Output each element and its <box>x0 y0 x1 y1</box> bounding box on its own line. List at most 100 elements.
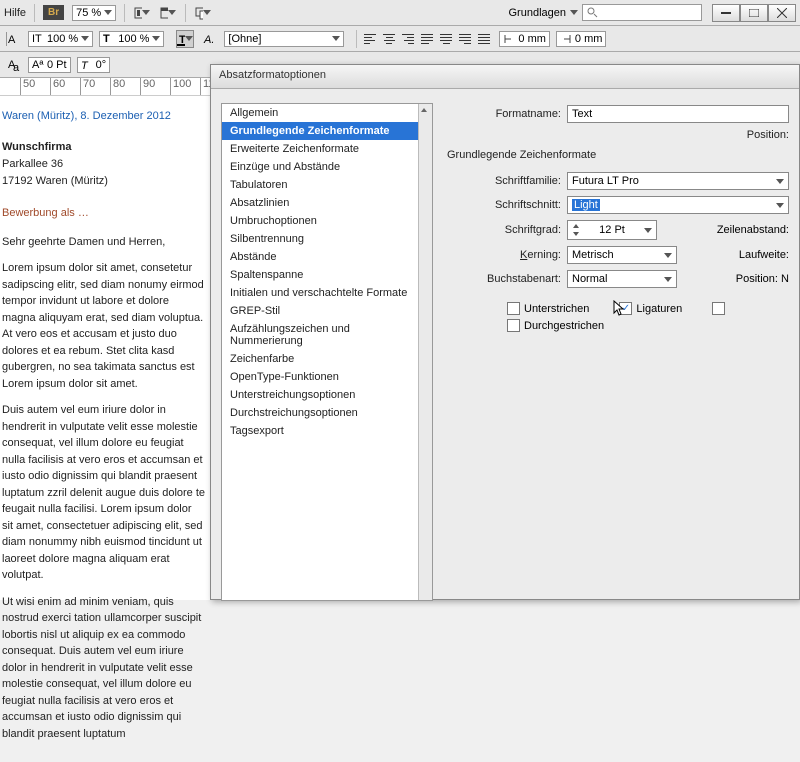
scale-v-icon: T <box>103 34 115 44</box>
svg-text:a: a <box>13 62 20 72</box>
justify-center-button[interactable] <box>437 30 455 48</box>
category-item[interactable]: Allgemein <box>222 104 432 122</box>
paragraph-style-options-dialog: Absatzformatoptionen AllgemeinGrundlegen… <box>210 64 800 600</box>
case-label: Buchstabenart: <box>447 273 561 285</box>
scale-h-icon: IT <box>32 34 44 44</box>
scroll-up-icon[interactable] <box>419 105 432 115</box>
svg-text:T: T <box>81 60 89 70</box>
category-item[interactable]: Unterstreichungsoptionen <box>222 386 432 404</box>
workspace-label[interactable]: Grundlagen <box>509 7 567 19</box>
top-menu-bar: Hilfe Br 75 % Grundlagen <box>0 0 800 26</box>
document-text[interactable]: Waren (Müritz), 8. Dezember 2012 Wunschf… <box>0 96 215 762</box>
category-list[interactable]: AllgemeinGrundlegende ZeichenformateErwe… <box>221 103 433 601</box>
dialog-title: Absatzformatoptionen <box>211 65 799 89</box>
char-style-icon[interactable]: A. <box>200 30 218 48</box>
svg-text:A.: A. <box>203 34 214 46</box>
category-item[interactable]: Zeichenfarbe <box>222 350 432 368</box>
minimize-button[interactable] <box>712 4 740 22</box>
category-item[interactable]: Durchstreichungsoptionen <box>222 404 432 422</box>
category-item[interactable]: Erweiterte Zeichenformate <box>222 140 432 158</box>
strikethrough-checkbox[interactable] <box>507 319 520 332</box>
svg-text:Aª: Aª <box>32 60 44 70</box>
align-center-button[interactable] <box>380 30 398 48</box>
svg-text:T: T <box>103 34 110 44</box>
category-item[interactable]: Spaltenspanne <box>222 266 432 284</box>
scrollbar[interactable] <box>418 104 432 600</box>
left-indent-input[interactable]: 0 mm <box>499 31 550 47</box>
category-item[interactable]: Tagsexport <box>222 422 432 440</box>
chevron-down-icon <box>570 10 578 15</box>
category-item[interactable]: Absatzlinien <box>222 194 432 212</box>
ligatures-checkbox[interactable] <box>619 302 632 315</box>
kerning-select[interactable]: Metrisch <box>567 246 677 264</box>
greeting: Sehr geehrte Damen und Herren, <box>2 234 205 251</box>
justify-right-button[interactable] <box>456 30 474 48</box>
skew-input[interactable]: T0° <box>77 57 111 73</box>
screen-mode-icon[interactable] <box>159 4 177 22</box>
paragraph-2: Duis autem vel eum iriure dolor in hendr… <box>2 402 205 584</box>
category-item[interactable]: GREP-Stil <box>222 302 432 320</box>
stepper-icon[interactable] <box>572 223 580 237</box>
paragraph-3: Ut wisi enim ad minim veniam, quis nostr… <box>2 594 205 743</box>
maximize-button[interactable] <box>740 4 768 22</box>
justify-all-button[interactable] <box>475 30 493 48</box>
case-select[interactable]: Normal <box>567 270 677 288</box>
underline-checkbox[interactable] <box>507 302 520 315</box>
category-item[interactable]: Silbentrennung <box>222 230 432 248</box>
right-indent-input[interactable]: 0 mm <box>556 31 607 47</box>
category-item[interactable]: Aufzählungszeichen und Nummerierung <box>222 320 432 350</box>
search-icon <box>587 7 598 18</box>
search-input[interactable] <box>582 4 702 21</box>
zoom-select[interactable]: 75 % <box>72 5 116 21</box>
font-size-label: Schriftgrad: <box>447 224 561 236</box>
skew-icon: T <box>81 60 93 70</box>
category-item[interactable]: Tabulatoren <box>222 176 432 194</box>
chevron-down-icon <box>104 10 112 15</box>
view-options-icon[interactable] <box>133 4 151 22</box>
form-pane: Formatname: Text Position: Grundlegende … <box>447 103 789 585</box>
underline-label: Unterstrichen <box>524 303 589 315</box>
bridge-badge[interactable]: Br <box>43 5 64 20</box>
arrange-icon[interactable] <box>194 4 212 22</box>
ligatures-label: Ligaturen <box>636 303 682 315</box>
align-left-button[interactable] <box>361 30 379 48</box>
font-style-select[interactable]: Light <box>567 196 789 214</box>
category-item[interactable]: Umbruchoptionen <box>222 212 432 230</box>
baseline-icon: Aª <box>32 60 44 70</box>
category-item[interactable]: OpenType-Funktionen <box>222 368 432 386</box>
position-field-label: Position: N <box>683 273 789 285</box>
svg-text:A: A <box>8 34 16 46</box>
help-menu[interactable]: Hilfe <box>4 7 26 19</box>
font-family-label: Schriftfamilie: <box>447 175 561 187</box>
char-formatting-icon[interactable]: A <box>4 30 22 48</box>
strikethrough-label: Durchgestrichen <box>524 320 604 332</box>
addr-city: 17192 Waren (Müritz) <box>2 173 205 190</box>
name-label: Formatname: <box>447 108 561 120</box>
category-item[interactable]: Initialen und verschachtelte Formate <box>222 284 432 302</box>
font-size-select[interactable]: 12 Pt <box>567 220 657 240</box>
category-item[interactable]: Abstände <box>222 248 432 266</box>
align-right-button[interactable] <box>399 30 417 48</box>
category-item[interactable]: Grundlegende Zeichenformate <box>222 122 432 140</box>
char-style-select[interactable]: [Ohne] <box>224 31 344 47</box>
name-input[interactable]: Text <box>567 105 789 123</box>
justify-left-button[interactable] <box>418 30 436 48</box>
svg-text:IT: IT <box>32 34 42 44</box>
date-line: Waren (Müritz), 8. Dezember 2012 <box>2 108 205 125</box>
vertical-scale-input[interactable]: T100 % <box>99 31 164 47</box>
category-item[interactable]: Einzüge und Abstände <box>222 158 432 176</box>
control-panel-row1: A IT100 % T100 % T A. [Ohne] 0 mm 0 mm <box>0 26 800 52</box>
subject-line: Bewerbung als … <box>2 205 205 222</box>
paragraph-1: Lorem ipsum dolor sit amet, consetetur s… <box>2 260 205 392</box>
para-formatting-icon[interactable]: Aa <box>4 56 22 74</box>
horizontal-scale-input[interactable]: IT100 % <box>28 31 93 47</box>
close-button[interactable] <box>768 4 796 22</box>
fill-color-icon[interactable]: T <box>176 30 194 48</box>
addr-street: Parkallee 36 <box>2 156 205 173</box>
addr-company: Wunschfirma <box>2 139 205 156</box>
extra-checkbox[interactable] <box>712 302 725 315</box>
paragraph-align-group <box>356 30 493 48</box>
baseline-shift-input[interactable]: Aª0 Pt <box>28 57 71 73</box>
font-family-select[interactable]: Futura LT Pro <box>567 172 789 190</box>
section-header: Grundlegende Zeichenformate <box>447 149 789 164</box>
